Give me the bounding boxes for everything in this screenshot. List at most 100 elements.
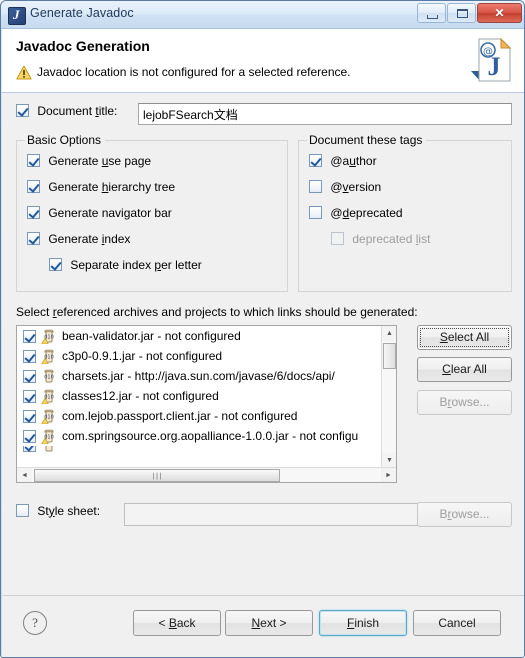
scroll-right-icon[interactable]: ► (381, 468, 396, 482)
lbl-post: ersion (348, 179, 382, 194)
checkbox-generate-index[interactable]: Generate index (27, 231, 130, 246)
clear-all-button[interactable]: Clear All (417, 357, 512, 382)
separate-index-per-letter-checkbox[interactable] (49, 258, 62, 272)
style-sheet-checkbox[interactable] (16, 504, 29, 518)
tag-author-checkbox[interactable] (309, 154, 322, 168)
tag-version-label: @version (330, 180, 381, 194)
lbl-post: ierarchy tree (108, 179, 176, 194)
list-item-partial[interactable] (17, 446, 383, 452)
checkbox-generate-hierarchy-tree[interactable]: Generate hierarchy tree (27, 179, 175, 194)
select-all-button[interactable]: Select All (417, 325, 512, 350)
generate-hierarchy-tree-checkbox[interactable] (27, 180, 40, 194)
basic-options-legend: Basic Options (25, 133, 106, 147)
minimize-icon (427, 15, 438, 19)
style-sheet-label: Style sheet: (37, 504, 100, 518)
lbl-mn: N (251, 616, 261, 630)
generate-use-page-checkbox[interactable] (27, 154, 40, 168)
back-button[interactable]: < Back (133, 610, 221, 636)
list-item[interactable]: 010 c3p0-0.9.1.jar - not configured (17, 346, 383, 366)
document-tags-group: Document these tags @author @version @de… (298, 133, 512, 292)
list-item[interactable]: 010 classes12.jar - not configured (17, 386, 383, 406)
tag-deprecated-checkbox[interactable] (309, 206, 322, 220)
lbl-pre: @ (330, 205, 343, 220)
checkbox-generate-use-page[interactable]: Generate use page (27, 153, 151, 168)
title-bar: J Generate Javadoc ✕ (1, 1, 524, 29)
scroll-left-icon[interactable]: ◄ (17, 468, 32, 482)
list-item[interactable]: 010 bean-validator.jar - not configured (17, 326, 383, 346)
document-title-label-pre: Document (37, 103, 96, 118)
checkbox-tag-deprecated[interactable]: @deprecated (309, 205, 403, 220)
list-item[interactable]: 010 com.springsource.org.aopalliance-1.0… (17, 426, 383, 446)
basic-options-group: Basic Options Generate use page Generate… (16, 133, 288, 292)
back-label: < Back (134, 611, 220, 635)
cancel-button[interactable]: Cancel (413, 610, 501, 636)
deprecated-list-label: deprecated list (352, 232, 430, 246)
archive-checkbox[interactable] (23, 349, 36, 363)
generate-javadoc-dialog: J Generate Javadoc ✕ Javadoc Generation … (0, 0, 525, 658)
scroll-down-icon[interactable]: ▼ (382, 453, 396, 468)
lbl-post: ist (418, 231, 431, 246)
list-vertical-scrollbar[interactable]: ▲ ▼ (381, 326, 396, 468)
list-item[interactable]: 010 charsets.jar - http://java.sun.com/j… (17, 366, 383, 386)
generate-navigator-bar-checkbox[interactable] (27, 206, 40, 220)
lbl-mn: S (439, 330, 448, 344)
deprecated-list-checkbox (331, 232, 344, 246)
jar-warning-icon: 010 (40, 348, 57, 365)
window-title: Generate Javadoc (30, 6, 134, 20)
close-button[interactable]: ✕ (477, 3, 522, 23)
next-button[interactable]: Next > (225, 610, 313, 636)
minimize-button[interactable] (417, 3, 446, 23)
wizard-content: Document title: Basic Options Generate u… (2, 93, 524, 595)
archive-checkbox[interactable] (23, 369, 36, 383)
style-sheet-input[interactable] (124, 503, 425, 526)
document-tags-legend: Document these tags (307, 133, 427, 147)
checkbox-separate-index-per-letter[interactable]: Separate index per letter (49, 257, 202, 272)
archive-name: com.lejob.passport.client.jar - not conf… (62, 409, 298, 423)
vertical-scroll-thumb[interactable] (383, 343, 396, 369)
document-title-input[interactable] (138, 103, 512, 125)
checkbox-generate-navigator-bar[interactable]: Generate navigator bar (27, 205, 172, 220)
archive-name: bean-validator.jar - not configured (62, 329, 241, 343)
browse-style-sheet-button: Browse... (417, 502, 512, 527)
generate-index-checkbox[interactable] (27, 232, 40, 246)
checkbox-tag-version[interactable]: @version (309, 179, 381, 194)
close-icon: ✕ (494, 6, 505, 20)
lbl-post: ext > (260, 616, 287, 630)
archive-name: com.springsource.org.aopalliance-1.0.0.j… (62, 429, 359, 443)
archive-name: c3p0-0.9.1.jar - not configured (62, 349, 223, 363)
archive-checkbox[interactable] (23, 329, 36, 343)
scroll-up-icon[interactable]: ▲ (382, 326, 396, 341)
jar-warning-icon: 010 (40, 408, 57, 425)
document-title-row: Document title: (16, 103, 512, 125)
archive-checkbox[interactable] (23, 409, 36, 423)
javadoc-app-icon-glyph: J (13, 7, 20, 22)
list-horizontal-scrollbar[interactable]: ◄ ∣∣∣ ► (17, 467, 396, 482)
checkbox-tag-author[interactable]: @author (309, 153, 377, 168)
referenced-archives-list[interactable]: 010 bean-validator.jar - not configured … (16, 325, 397, 483)
lbl-post: inish (354, 616, 380, 630)
list-item[interactable]: 010 com.lejob.passport.client.jar - not … (17, 406, 383, 426)
maximize-button[interactable] (447, 3, 476, 23)
tag-deprecated-label: @deprecated (330, 206, 402, 220)
lbl-post: le sheet: (54, 503, 101, 518)
lbl-pre: B (439, 507, 448, 521)
archive-checkbox[interactable] (23, 446, 36, 452)
page-title: Javadoc Generation (16, 38, 150, 54)
lbl-post: er letter (161, 257, 202, 272)
checkbox-deprecated-list: deprecated list (331, 231, 430, 246)
dialog-footer: ? < Back Next > Finish Cancel (2, 595, 524, 657)
finish-label: Finish (320, 611, 406, 635)
finish-button[interactable]: Finish (319, 610, 407, 636)
archives-list-viewport: 010 bean-validator.jar - not configured … (17, 326, 383, 468)
archive-checkbox[interactable] (23, 429, 36, 443)
separate-index-per-letter-label: Separate index per letter (70, 258, 201, 272)
generate-use-page-label: Generate use page (48, 154, 151, 168)
document-title-checkbox[interactable] (16, 104, 29, 118)
help-icon[interactable]: ? (23, 611, 47, 635)
archive-checkbox[interactable] (23, 389, 36, 403)
clear-all-label: Clear All (418, 358, 511, 381)
lbl-post: lear All (450, 362, 487, 376)
horizontal-scroll-thumb[interactable]: ∣∣∣ (34, 469, 280, 482)
lbl-post: ndex (104, 231, 131, 246)
tag-version-checkbox[interactable] (309, 180, 322, 194)
